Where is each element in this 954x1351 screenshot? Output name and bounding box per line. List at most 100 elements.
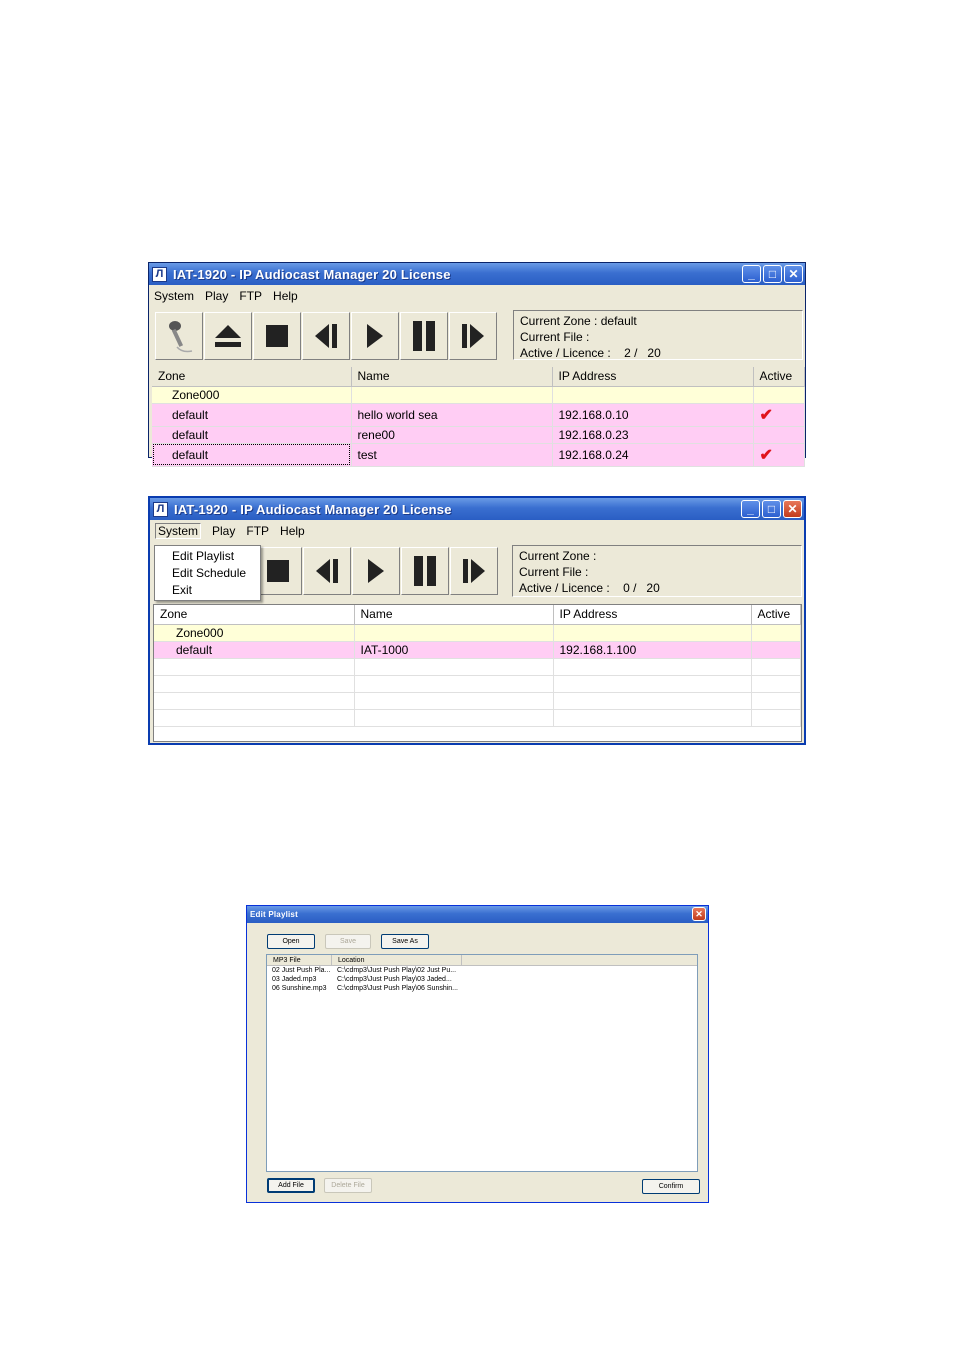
- save-as-button[interactable]: Save As: [381, 934, 429, 949]
- list-item[interactable]: 03 Jaded.mp3 C:\cdmp3\Just Push Play\03 …: [267, 975, 697, 984]
- column-header-location[interactable]: Location: [332, 955, 462, 965]
- column-header-active[interactable]: Active: [753, 367, 805, 387]
- previous-button[interactable]: [302, 312, 350, 360]
- location-cell: C:\cdmp3\Just Push Play\06 Sunshin...: [337, 985, 459, 992]
- delete-file-button[interactable]: Delete File: [324, 1178, 372, 1193]
- playlist-list: MP3 File Location 02 Just Push Pla... C:…: [266, 954, 698, 1172]
- open-button[interactable]: Open: [267, 934, 315, 949]
- dialog-title-bar[interactable]: Edit Playlist ✕: [247, 906, 708, 923]
- zone-cell: default: [152, 443, 352, 467]
- location-cell: C:\cdmp3\Just Push Play\03 Jaded...: [337, 976, 452, 983]
- zone-cell: default: [152, 426, 352, 444]
- name-cell: rene00: [351, 426, 553, 444]
- menu-play[interactable]: Play: [212, 524, 235, 538]
- current-zone-label: Current Zone :: [520, 314, 598, 328]
- eject-icon: [215, 325, 241, 347]
- title-bar[interactable]: Л IAT-1920 - IP Audiocast Manager 20 Lic…: [150, 498, 804, 520]
- menu-edit-schedule[interactable]: Edit Schedule: [155, 565, 260, 582]
- column-header-active[interactable]: Active: [751, 605, 801, 625]
- dialog-title: Edit Playlist: [250, 910, 298, 919]
- table-row[interactable]: default test 192.168.0.24 ✔: [152, 443, 805, 467]
- pause-button[interactable]: [401, 547, 449, 595]
- save-button[interactable]: Save: [325, 934, 371, 949]
- microphone-button[interactable]: [155, 312, 203, 360]
- close-icon[interactable]: ✕: [692, 907, 706, 921]
- status-panel: Current Zone : default Current File : Ac…: [513, 310, 803, 360]
- location-cell: C:\cdmp3\Just Push Play\02 Just Pu...: [337, 967, 457, 974]
- menu-edit-playlist[interactable]: Edit Playlist: [155, 548, 260, 565]
- list-header: MP3 File Location: [267, 955, 697, 966]
- table-row[interactable]: Zone000: [152, 386, 805, 404]
- active-licence-label: Active / Licence :: [519, 581, 610, 595]
- close-icon[interactable]: ✕: [783, 500, 802, 518]
- active-check-icon: ✔: [753, 403, 805, 427]
- zone-table: Zone Name IP Address Active Zone000 defa…: [153, 604, 802, 742]
- status-panel: Current Zone : Current File : Active / L…: [512, 545, 802, 597]
- licence-count: 20: [646, 581, 660, 595]
- column-header-ip[interactable]: IP Address: [552, 367, 754, 387]
- menu-system[interactable]: System: [154, 289, 194, 303]
- minimize-icon[interactable]: _: [742, 265, 761, 283]
- stop-button[interactable]: [254, 547, 302, 595]
- column-header-zone[interactable]: Zone: [152, 367, 352, 387]
- close-icon[interactable]: ✕: [784, 265, 803, 283]
- ip-cell: 192.168.0.24: [552, 443, 754, 467]
- ip-cell: 192.168.1.100: [553, 641, 752, 659]
- active-licence-label: Active / Licence :: [520, 346, 611, 360]
- mp3-file-cell: 03 Jaded.mp3: [272, 976, 317, 983]
- mp3-file-cell: 06 Sunshine.mp3: [272, 985, 327, 992]
- stop-button[interactable]: [253, 312, 301, 360]
- play-button[interactable]: [352, 547, 400, 595]
- active-cell: [753, 386, 805, 404]
- licence-count: 20: [647, 346, 661, 360]
- active-count: 2 /: [624, 346, 638, 360]
- list-item[interactable]: 02 Just Push Pla... C:\cdmp3\Just Push P…: [267, 966, 697, 975]
- column-header-ip[interactable]: IP Address: [553, 605, 752, 625]
- play-button[interactable]: [351, 312, 399, 360]
- menu-ftp[interactable]: FTP: [239, 289, 262, 303]
- system-menu-dropdown: Edit Playlist Edit Schedule Exit: [154, 545, 261, 601]
- active-cell: [753, 426, 805, 444]
- previous-icon: [315, 324, 337, 348]
- mp3-file-cell: 02 Just Push Pla...: [272, 967, 331, 974]
- zone-cell: Zone000: [152, 386, 352, 404]
- window-title: IAT-1920 - IP Audiocast Manager 20 Licen…: [173, 266, 451, 282]
- maximize-icon[interactable]: □: [763, 265, 782, 283]
- zone-cell: default: [152, 403, 352, 427]
- menu-help[interactable]: Help: [273, 289, 298, 303]
- minimize-icon[interactable]: _: [741, 500, 760, 518]
- eject-button[interactable]: [204, 312, 252, 360]
- audiocast-window-1: Л IAT-1920 - IP Audiocast Manager 20 Lic…: [148, 262, 806, 467]
- menu-help[interactable]: Help: [280, 524, 305, 538]
- edit-playlist-dialog: Edit Playlist ✕ Open Save Save As MP3 Fi…: [246, 905, 709, 1203]
- add-file-button[interactable]: Add File: [267, 1178, 315, 1193]
- current-file-label: Current File :: [519, 565, 589, 579]
- previous-button[interactable]: [303, 547, 351, 595]
- table-row[interactable]: default IAT-1000 192.168.1.100: [154, 641, 801, 659]
- title-bar[interactable]: Л IAT-1920 - IP Audiocast Manager 20 Lic…: [149, 263, 805, 285]
- list-item[interactable]: 06 Sunshine.mp3 C:\cdmp3\Just Push Play\…: [267, 984, 697, 993]
- next-button[interactable]: [449, 312, 497, 360]
- confirm-button[interactable]: Confirm: [642, 1179, 700, 1194]
- table-row: [154, 709, 801, 727]
- column-header-name[interactable]: Name: [354, 605, 554, 625]
- next-button[interactable]: [450, 547, 498, 595]
- menu-exit[interactable]: Exit: [155, 582, 260, 599]
- name-cell: [354, 624, 554, 642]
- menu-system[interactable]: System: [155, 522, 202, 539]
- pause-icon: [413, 321, 435, 351]
- column-header-zone[interactable]: Zone: [154, 605, 355, 625]
- maximize-icon[interactable]: □: [762, 500, 781, 518]
- column-header-name[interactable]: Name: [351, 367, 553, 387]
- table-row[interactable]: Zone000: [154, 624, 801, 642]
- active-cell: [751, 624, 801, 642]
- table-row[interactable]: default rene00 192.168.0.23: [152, 426, 805, 444]
- active-cell: [751, 641, 801, 659]
- menu-ftp[interactable]: FTP: [246, 524, 269, 538]
- active-count: 0 /: [623, 581, 637, 595]
- menu-play[interactable]: Play: [205, 289, 228, 303]
- column-header-mp3-file[interactable]: MP3 File: [267, 955, 332, 965]
- table-row: [154, 658, 801, 676]
- pause-button[interactable]: [400, 312, 448, 360]
- table-row[interactable]: default hello world sea 192.168.0.10 ✔: [152, 403, 805, 427]
